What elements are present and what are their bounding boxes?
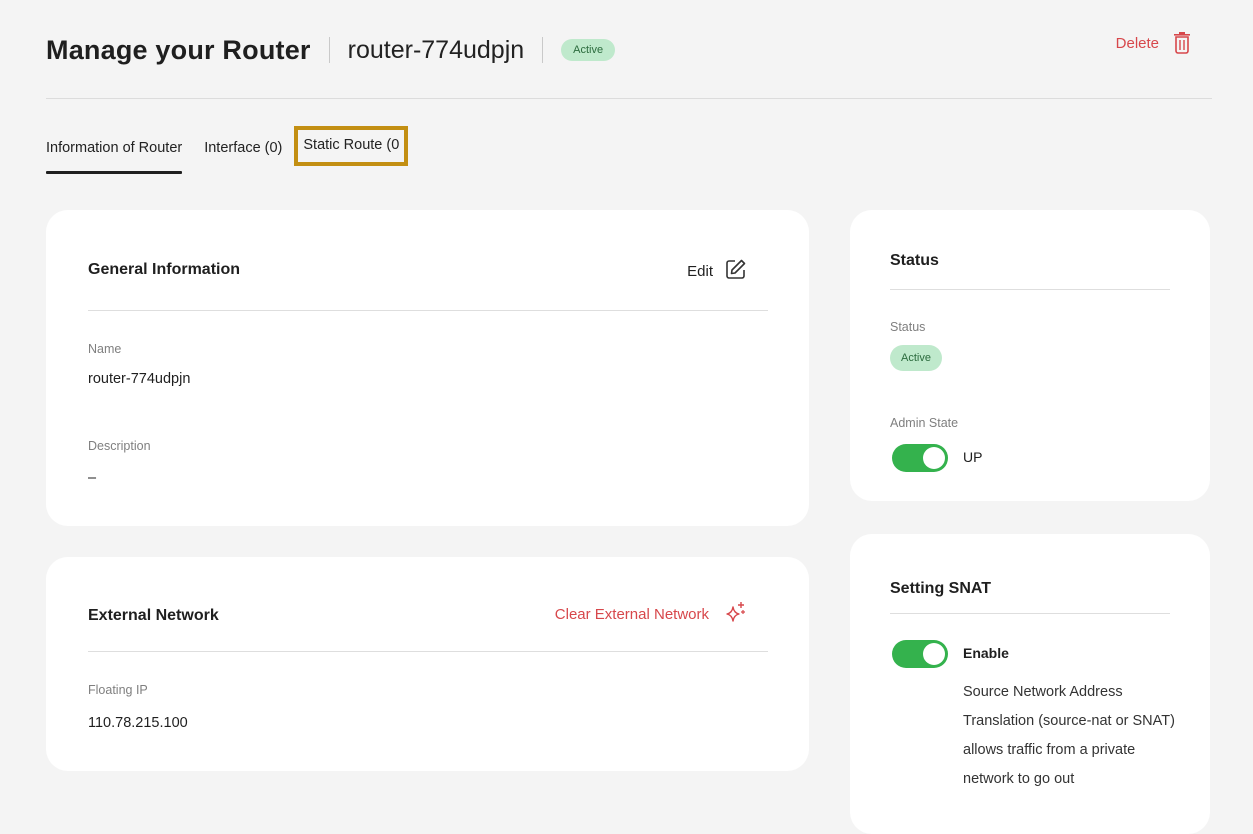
snat-card-title: Setting SNAT [890, 580, 992, 597]
header-divider [46, 98, 1212, 99]
tab-information-of-router[interactable]: Information of Router [46, 140, 183, 174]
edit-icon [725, 258, 747, 285]
router-name: router-774udpjn [347, 35, 525, 64]
card-divider [88, 310, 768, 311]
admin-state-label: Admin State [890, 416, 959, 430]
name-value: router-774udpjn [88, 371, 191, 387]
clear-external-network-label: Clear External Network [554, 606, 709, 623]
sparkle-icon [725, 601, 747, 628]
admin-state-toggle[interactable] [892, 444, 948, 472]
status-value-badge: Active [890, 345, 942, 371]
external-network-title: External Network [88, 607, 219, 624]
page: Manage your Router router-774udpjn Activ… [0, 0, 1253, 834]
tab-static-route[interactable]: Static Route (0 [294, 126, 409, 166]
description-value: – [88, 470, 97, 486]
status-badge: Active [561, 39, 616, 61]
status-label: Status [890, 320, 926, 334]
floating-ip-label: Floating IP [88, 683, 148, 697]
page-header: Manage your Router router-774udpjn Activ… [46, 28, 1213, 72]
general-information-title: General Information [88, 261, 241, 278]
delete-label: Delete [1115, 34, 1159, 52]
tab-interface[interactable]: Interface (0) [204, 140, 282, 174]
trash-icon [1173, 32, 1191, 54]
delete-button[interactable]: Delete [1116, 32, 1191, 54]
floating-ip-value: 110.78.215.100 [88, 715, 188, 731]
card-divider [88, 651, 768, 652]
general-information-card: General Information Edit Name router-774… [46, 210, 809, 526]
tab-bar: Information of Router Interface (0) Stat… [46, 126, 427, 174]
clear-external-network-button[interactable]: Clear External Network [555, 601, 747, 628]
snat-description: Source Network Address Translation (sour… [963, 684, 1175, 787]
toggle-knob [923, 447, 945, 469]
edit-label: Edit [687, 263, 713, 280]
page-title: Manage your Router [46, 34, 311, 65]
header-separator [328, 37, 330, 63]
name-label: Name [88, 342, 122, 356]
snat-card: Setting SNAT Enable Source Network Addre… [850, 534, 1210, 834]
description-label: Description [88, 439, 151, 453]
status-card: Status Status Active Admin State UP [850, 210, 1210, 501]
header-separator [542, 37, 544, 63]
admin-state-value: UP [963, 449, 983, 465]
snat-enable-label: Enable [963, 645, 1009, 661]
card-divider [890, 289, 1170, 290]
status-card-title: Status [890, 252, 939, 269]
snat-enable-toggle[interactable] [892, 640, 948, 668]
external-network-card: External Network Clear External Network … [46, 557, 809, 771]
card-divider [890, 613, 1170, 614]
toggle-knob [923, 643, 945, 665]
edit-button[interactable]: Edit [687, 258, 747, 285]
